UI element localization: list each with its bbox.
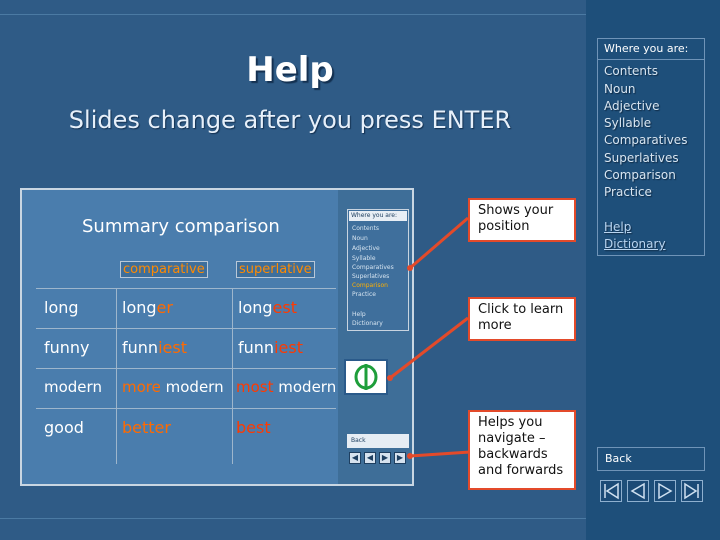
sidebar-item-syllable[interactable]: Syllable xyxy=(604,116,651,130)
last-slide-button[interactable] xyxy=(681,480,703,502)
connector-position xyxy=(409,216,469,270)
callout-position: Shows your position xyxy=(468,198,576,242)
next-icon xyxy=(658,482,673,500)
sidebar-item-noun[interactable]: Noun xyxy=(604,82,636,96)
sidebar-item-contents[interactable]: Contents xyxy=(604,64,658,78)
sidebar-item-comparison[interactable]: Comparison xyxy=(604,168,676,182)
sidebar-item-superlatives[interactable]: Superlatives xyxy=(604,151,679,165)
sidebar-item-adjective[interactable]: Adjective xyxy=(604,99,659,113)
next-slide-button[interactable] xyxy=(654,480,676,502)
back-button[interactable]: Back xyxy=(597,447,705,471)
sidebar-link-help[interactable]: Help xyxy=(604,220,631,234)
connector-learn xyxy=(389,316,469,380)
sidebar-link-dictionary[interactable]: Dictionary xyxy=(604,237,666,251)
first-icon xyxy=(604,482,619,500)
first-slide-button[interactable] xyxy=(600,480,622,502)
previous-icon xyxy=(630,482,645,500)
callout-navigate: Helps you navigate – backwards and forwa… xyxy=(468,410,576,490)
sidebar-item-practice[interactable]: Practice xyxy=(604,185,652,199)
previous-slide-button[interactable] xyxy=(627,480,649,502)
callout-learn: Click to learn more xyxy=(468,297,576,341)
last-icon xyxy=(684,482,699,500)
connector-navigate xyxy=(409,450,471,458)
sidebar-item-comparatives[interactable]: Comparatives xyxy=(604,133,687,147)
where-you-are-header: Where you are: xyxy=(597,38,705,60)
